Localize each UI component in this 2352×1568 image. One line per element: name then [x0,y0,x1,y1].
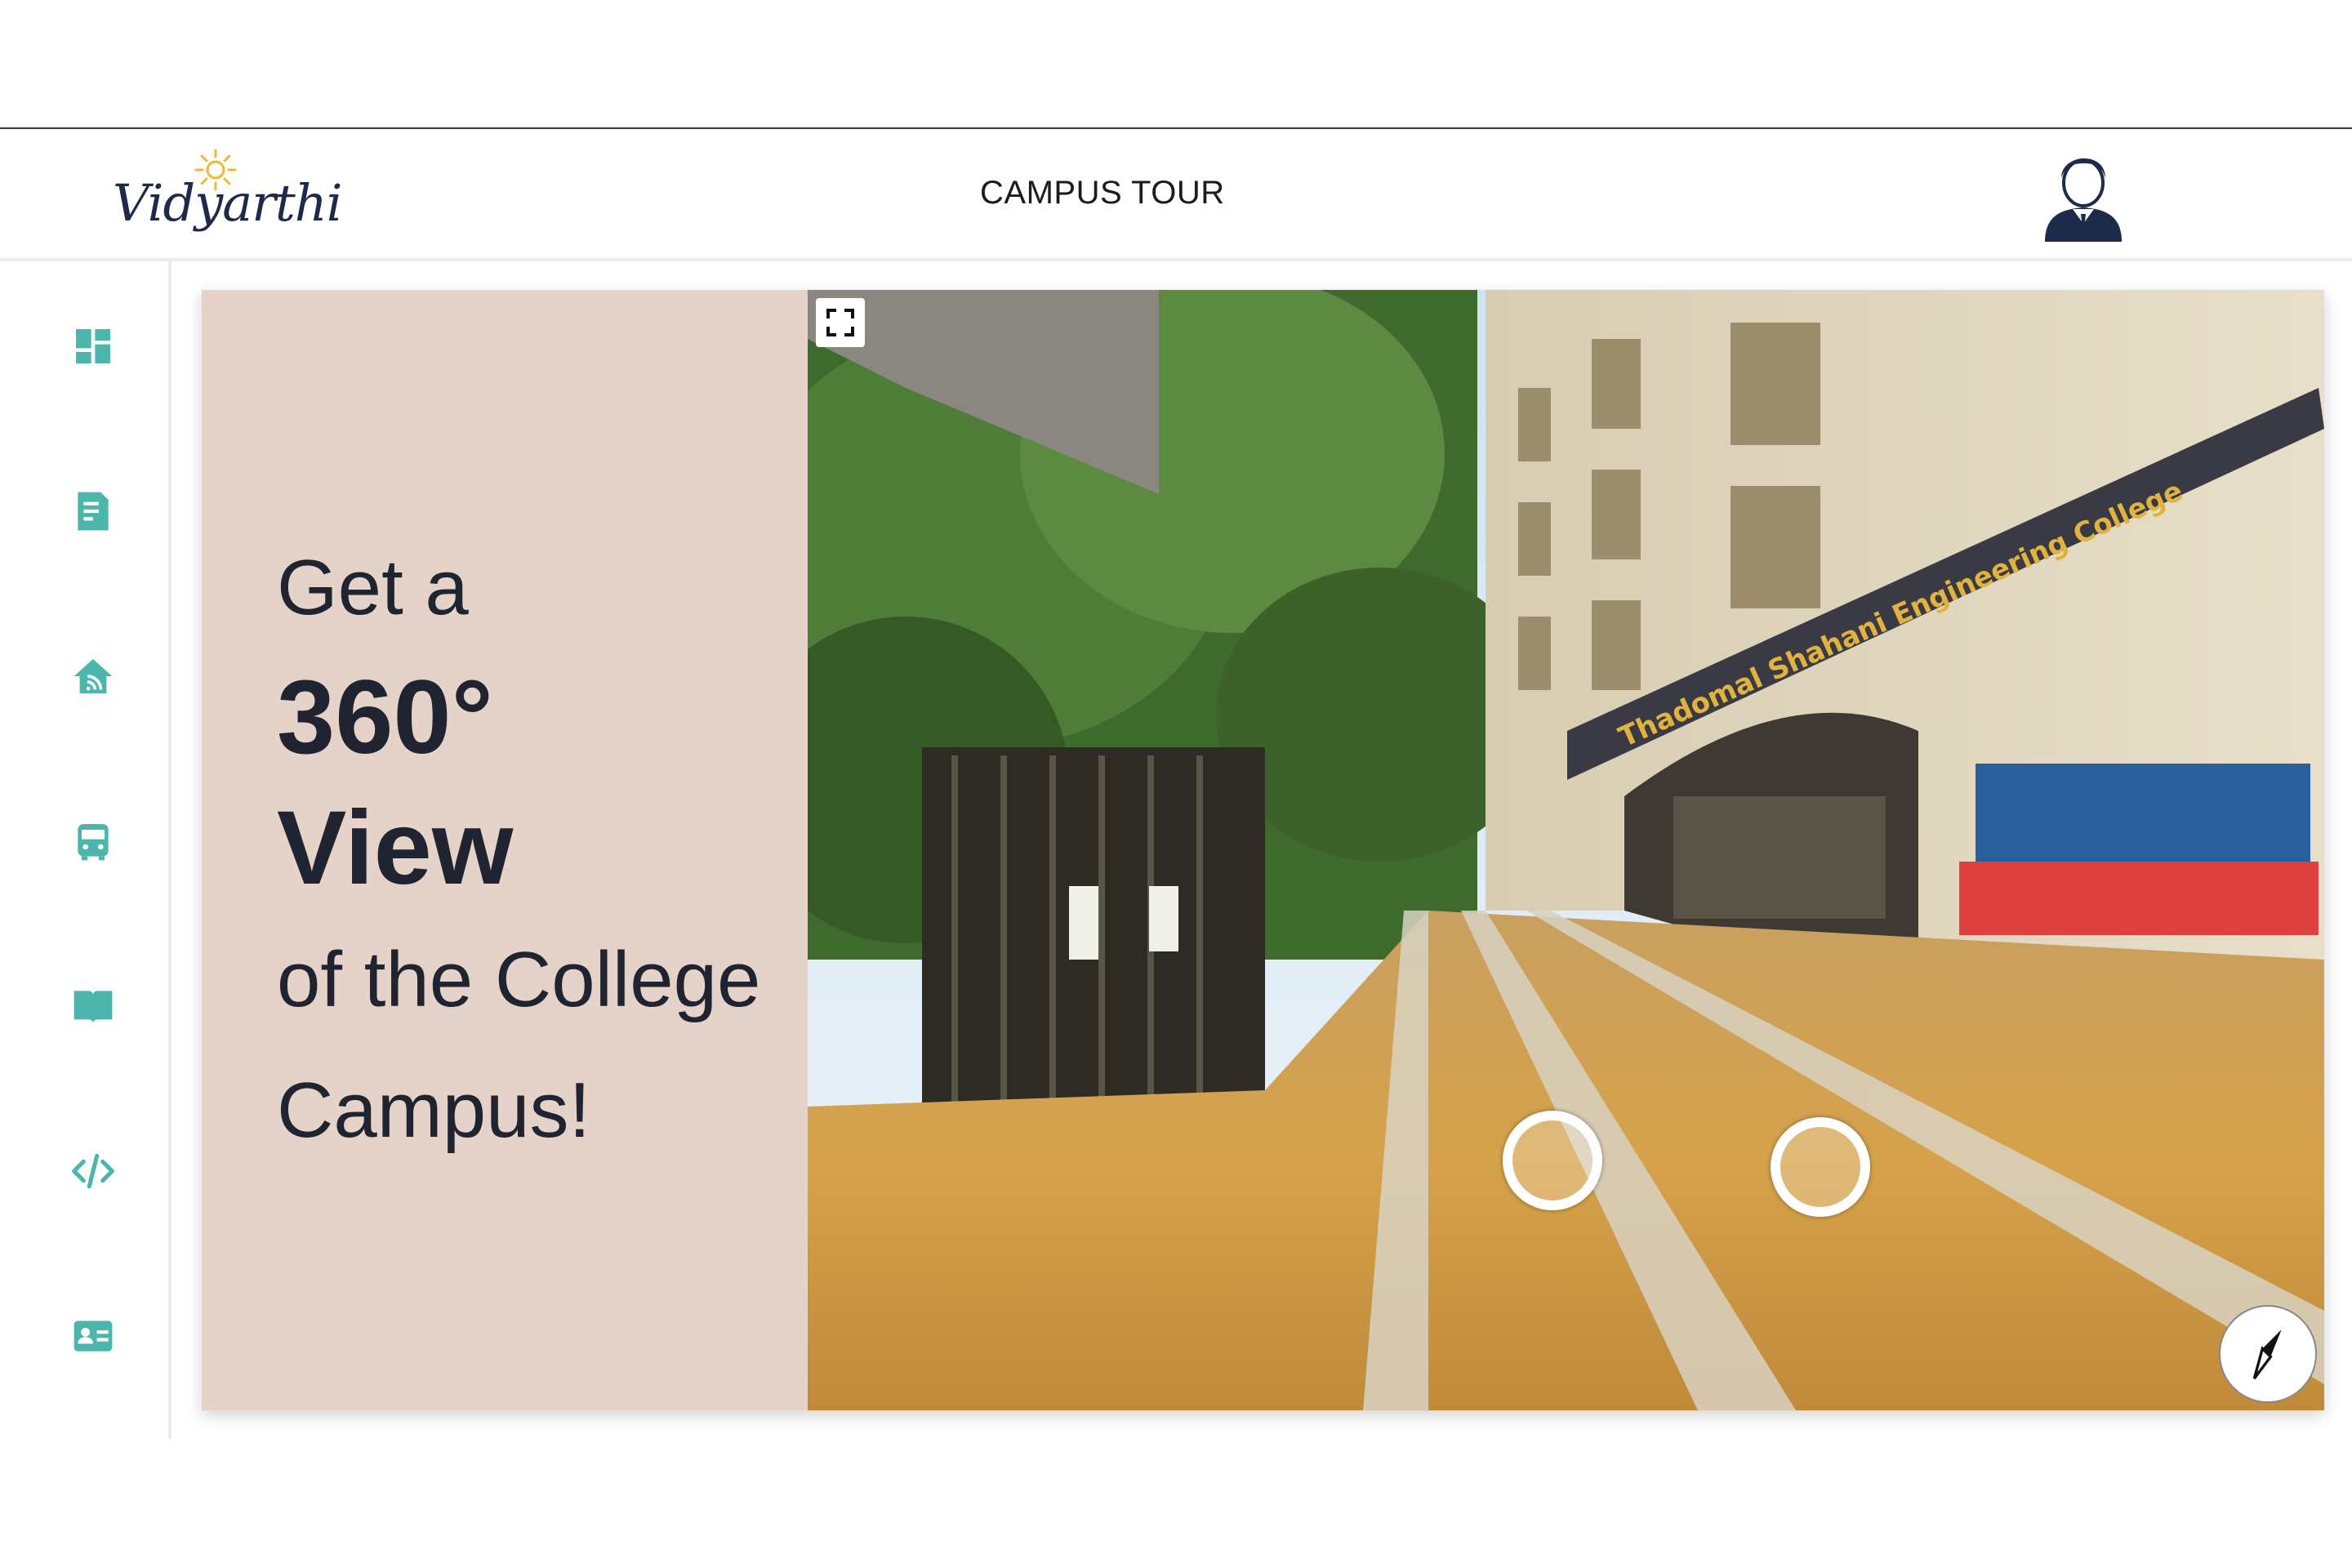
navigation-hotspot[interactable] [1771,1117,1870,1217]
compass-button[interactable] [2219,1305,2317,1403]
sidebar [0,261,172,1439]
sidebar-item-notes[interactable] [59,477,127,546]
dashboard-icon [76,329,110,363]
sun-icon [194,149,237,191]
sidebar-item-profile[interactable] [59,1302,127,1370]
logo[interactable]: Vidyarthi [113,149,343,242]
campus-tour-card: Get a 360° View of the College Campus! T… [202,290,2324,1410]
sidebar-item-dashboard[interactable] [59,312,127,381]
promo-line-2: 360° [277,659,493,776]
avatar-icon[interactable] [2038,145,2128,242]
promo-line-5: Campus! [277,1067,591,1154]
promo-line-1: Get a [277,544,469,631]
panorama-scene: Thadomal Shahani Engineering College [808,290,2324,1410]
code-icon [72,1153,114,1189]
book-icon [74,991,113,1023]
top-blank-area [0,0,2352,129]
bus-icon [78,824,109,861]
fullscreen-button[interactable] [816,298,865,347]
panorama-viewer[interactable]: Thadomal Shahani Engineering College [808,290,2324,1410]
sidebar-item-code[interactable] [59,1137,127,1205]
notes-icon [78,492,109,531]
promo-line-3: View [277,790,514,906]
promo-line-4: of the College [277,936,761,1023]
promo-panel: Get a 360° View of the College Campus! [202,290,808,1410]
navigation-hotspot[interactable] [1503,1111,1602,1210]
compass-icon [2252,1330,2282,1379]
id-card-icon [74,1321,113,1352]
page-title: CAMPUS TOUR [980,175,1225,211]
sidebar-item-home[interactable] [59,642,127,710]
fullscreen-icon [826,309,854,336]
sidebar-item-transport[interactable] [59,807,127,875]
header-bar: Vidyarthi CAMPUS TOUR [0,129,2352,261]
home-icon [74,659,113,693]
sidebar-item-library[interactable] [59,972,127,1040]
